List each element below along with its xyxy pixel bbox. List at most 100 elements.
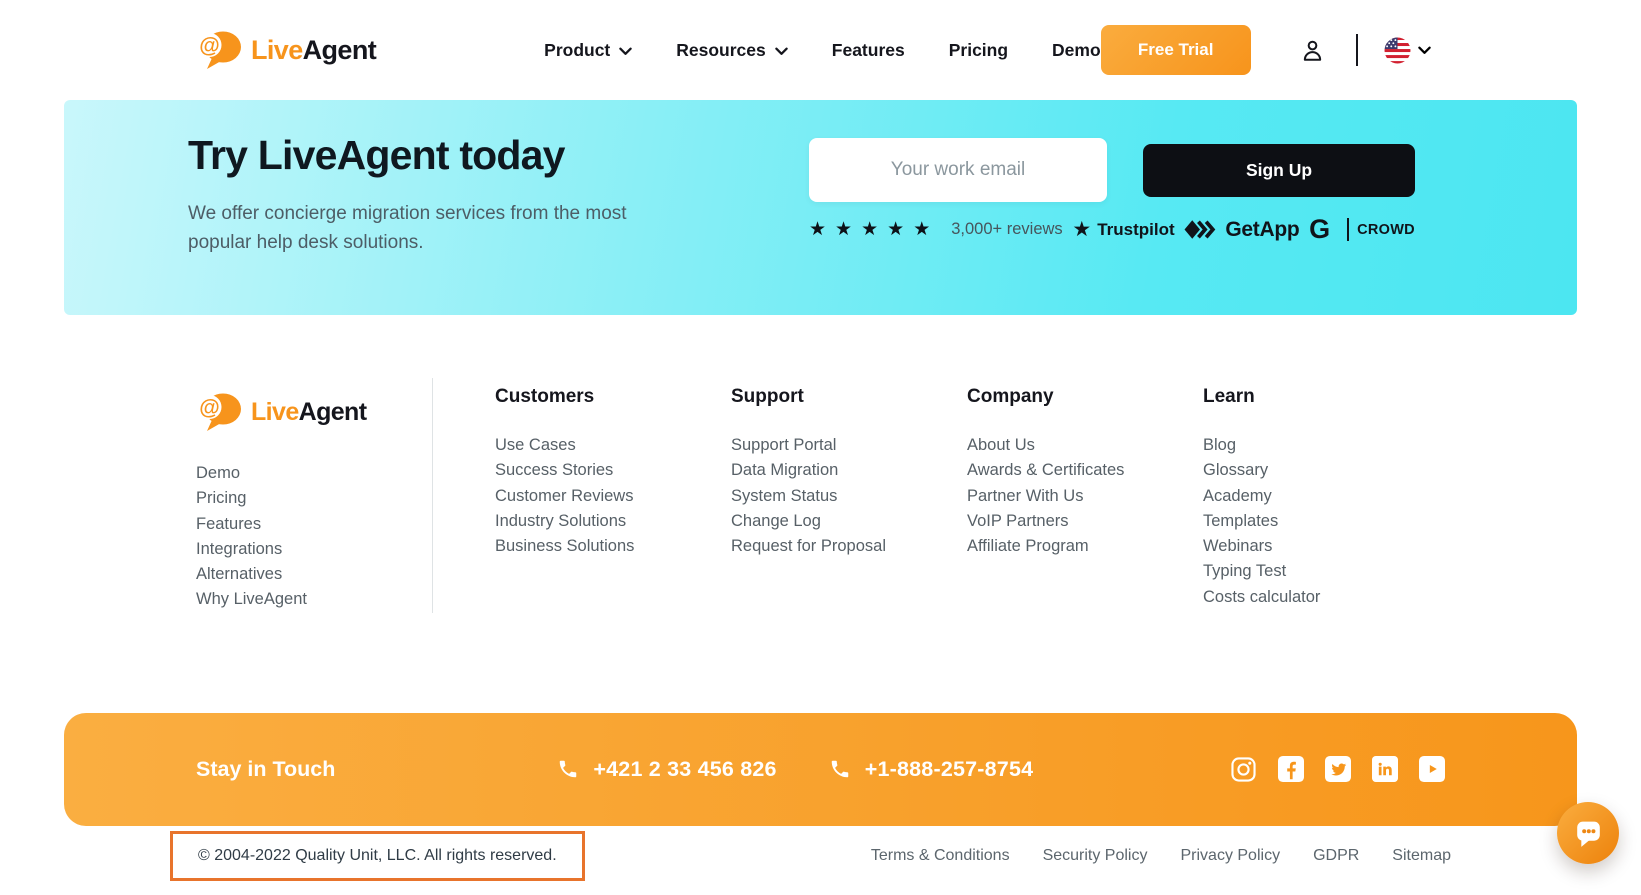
nav-item-label: Resources	[676, 40, 766, 61]
legal-link-gdpr[interactable]: GDPR	[1313, 847, 1359, 865]
legal-link-security-policy[interactable]: Security Policy	[1043, 847, 1148, 865]
footer-links-list: Support Portal Data Migration System Statu…	[731, 433, 905, 559]
phone-icon	[829, 758, 851, 780]
footer-link-academy[interactable]: Academy	[1203, 487, 1272, 505]
nav-item-label: Product	[544, 40, 610, 61]
nav-item-label: Demo	[1052, 40, 1101, 61]
footer-link-costs-calculator[interactable]: Costs calculator	[1203, 588, 1320, 606]
legal-link-sitemap[interactable]: Sitemap	[1392, 847, 1451, 865]
footer-link-templates[interactable]: Templates	[1203, 512, 1278, 530]
footer-link-awards-certificates[interactable]: Awards & Certificates	[967, 461, 1124, 479]
nav-item-label: Features	[832, 40, 905, 61]
account-login-button[interactable]	[1299, 37, 1326, 64]
chevron-down-icon	[775, 45, 788, 56]
star-icon: ★	[809, 220, 826, 239]
footer-link-row: Partner With Us	[967, 484, 1141, 509]
sign-up-button[interactable]: Sign Up	[1143, 144, 1415, 197]
footer-link-change-log[interactable]: Change Log	[731, 512, 821, 530]
trustpilot-star-icon: ★	[1072, 219, 1091, 240]
logo-text: LiveAgent	[251, 37, 376, 64]
free-trial-button[interactable]: Free Trial	[1101, 25, 1251, 75]
phone-number: +1-888-257-8754	[865, 757, 1034, 782]
footer-link-why-liveagent[interactable]: Why LiveAgent	[196, 590, 307, 608]
highlight-box: © 2004-2022 Quality Unit, LLC. All right…	[170, 831, 585, 881]
footer-link-pricing[interactable]: Pricing	[196, 489, 246, 507]
footer-link-data-migration[interactable]: Data Migration	[731, 461, 838, 479]
us-flag-icon	[1384, 37, 1411, 64]
liveagent-logo-icon: @	[196, 392, 242, 432]
footer-link-system-status[interactable]: System Status	[731, 487, 837, 505]
footer-link-voip-partners[interactable]: VoIP Partners	[967, 512, 1069, 530]
footer-link-row: Demo	[196, 461, 432, 486]
footer-link-business-solutions[interactable]: Business Solutions	[495, 537, 634, 555]
nav-item-demo[interactable]: Demo	[1052, 40, 1101, 61]
legal-link-privacy-policy[interactable]: Privacy Policy	[1180, 847, 1280, 865]
facebook-link[interactable]	[1278, 756, 1304, 782]
footer-link-row: Affiliate Program	[967, 534, 1141, 559]
footer-link-row: About Us	[967, 433, 1141, 458]
youtube-link[interactable]	[1419, 756, 1445, 782]
signup-form: Sign Up	[809, 138, 1415, 202]
chat-widget-button[interactable]	[1557, 802, 1619, 864]
legal-link-terms-conditions[interactable]: Terms & Conditions	[871, 847, 1010, 865]
instagram-link[interactable]	[1230, 756, 1257, 783]
star-icon: ★	[913, 220, 930, 239]
footer-link-affiliate-program[interactable]: Affiliate Program	[967, 537, 1089, 555]
language-selector[interactable]	[1384, 37, 1431, 64]
twitter-icon	[1325, 756, 1351, 782]
footer-link-row: Blog	[1203, 433, 1377, 458]
footer-column-title: Support	[731, 386, 905, 408]
nav-item-resources[interactable]: Resources	[676, 40, 788, 61]
legal-links: Terms & Conditions Security Policy Privacy…	[871, 847, 1451, 865]
header-divider	[1356, 34, 1358, 66]
footer-link-use-cases[interactable]: Use Cases	[495, 436, 576, 454]
footer-link-glossary[interactable]: Glossary	[1203, 461, 1268, 479]
footer-link-features[interactable]: Features	[196, 515, 261, 533]
footer-link-customer-reviews[interactable]: Customer Reviews	[495, 487, 633, 505]
footer-link-row: Industry Solutions	[495, 509, 669, 534]
linkedin-link[interactable]	[1372, 756, 1398, 782]
footer-column-brand: @ LiveAgent Demo Pricing Features Integrati…	[196, 378, 433, 613]
stay-in-touch-bar: Stay in Touch +421 2 33 456 826+1-888-25…	[64, 713, 1577, 826]
liveagent-logo-icon: @	[196, 30, 242, 70]
stars: ★★★★★	[809, 220, 930, 239]
footer-link-row: System Status	[731, 484, 905, 509]
copyright-text: © 2004-2022 Quality Unit, LLC. All right…	[198, 847, 557, 864]
footer-link-demo[interactable]: Demo	[196, 464, 240, 482]
footer-link-support-portal[interactable]: Support Portal	[731, 436, 836, 454]
phone-link-2[interactable]: +1-888-257-8754	[829, 757, 1034, 782]
nav-item-features[interactable]: Features	[832, 40, 905, 61]
nav-item-pricing[interactable]: Pricing	[949, 40, 1008, 61]
youtube-icon	[1419, 756, 1445, 782]
footer-column-support: Support Support Portal Data Migration Syste…	[731, 378, 905, 613]
nav-item-product[interactable]: Product	[544, 40, 632, 61]
bottom-bar: © 2004-2022 Quality Unit, LLC. All right…	[0, 826, 1641, 881]
footer-link-success-stories[interactable]: Success Stories	[495, 461, 613, 479]
footer-link-request-for-proposal[interactable]: Request for Proposal	[731, 537, 886, 555]
footer-link-partner-with-us[interactable]: Partner With Us	[967, 487, 1083, 505]
footer-link-integrations[interactable]: Integrations	[196, 540, 282, 558]
footer-link-row: Webinars	[1203, 534, 1377, 559]
footer-columns: CustomersUse CasesSuccess StoriesCustome…	[433, 378, 1377, 613]
phone-link-1[interactable]: +421 2 33 456 826	[557, 757, 776, 782]
footer-link-typing-test[interactable]: Typing Test	[1203, 562, 1286, 580]
footer-link-row: Use Cases	[495, 433, 669, 458]
footer-links-list: About Us Awards & Certificates Partner Wit…	[967, 433, 1141, 559]
liveagent-logo[interactable]: @ LiveAgent	[196, 30, 376, 70]
footer-link-row: Academy	[1203, 484, 1377, 509]
footer-link-row: Alternatives	[196, 562, 432, 587]
footer-link-row: Integrations	[196, 537, 432, 562]
twitter-link[interactable]	[1325, 756, 1351, 782]
work-email-input[interactable]	[809, 138, 1107, 202]
footer-link-about-us[interactable]: About Us	[967, 436, 1035, 454]
footer-link-alternatives[interactable]: Alternatives	[196, 565, 282, 583]
footer-link-row: Awards & Certificates	[967, 458, 1141, 483]
footer-liveagent-logo[interactable]: @ LiveAgent	[196, 392, 432, 432]
footer-link-blog[interactable]: Blog	[1203, 436, 1236, 454]
footer-link-webinars[interactable]: Webinars	[1203, 537, 1272, 555]
footer-link-row: Change Log	[731, 509, 905, 534]
footer-link-row: Request for Proposal	[731, 534, 905, 559]
footer-link-industry-solutions[interactable]: Industry Solutions	[495, 512, 626, 530]
g2-crowd-logo: G 2 CROWD	[1309, 216, 1415, 243]
footer-links-list: Blog Glossary Academy Templates Webinars Typi…	[1203, 433, 1377, 610]
